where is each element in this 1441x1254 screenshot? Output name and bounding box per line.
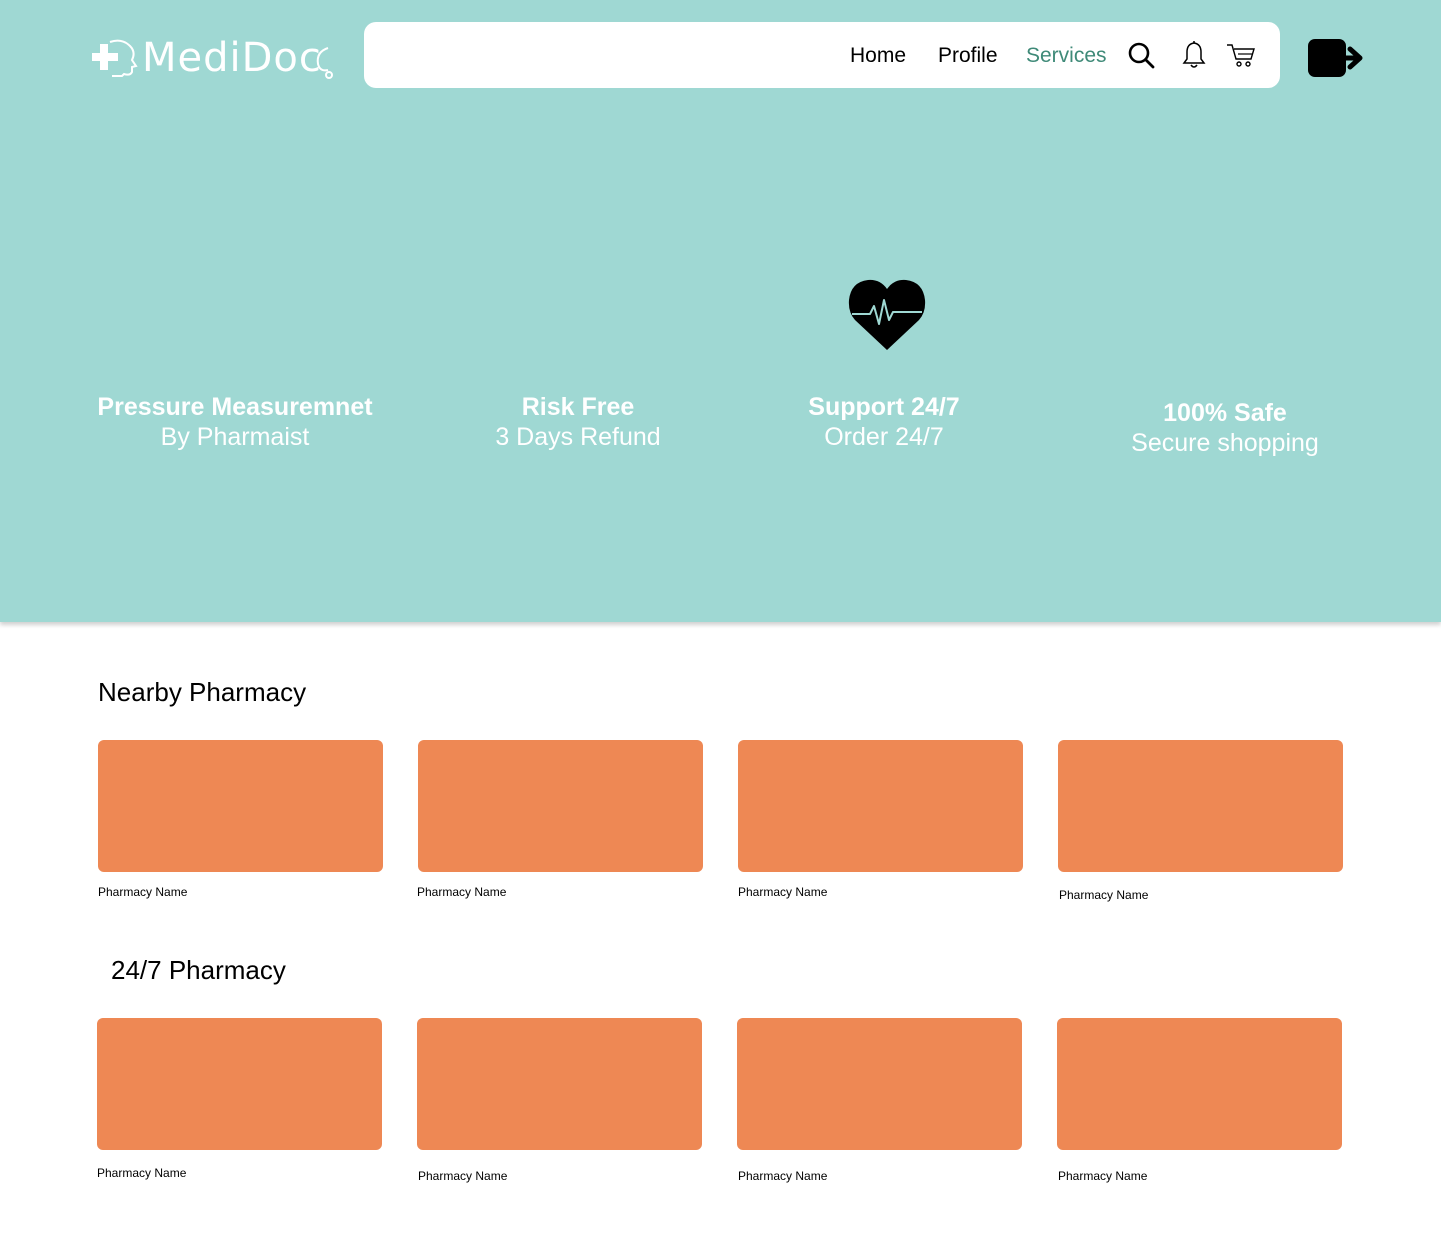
brand-logo[interactable]: MediDoc xyxy=(92,30,334,86)
feature-title: Support 24/7 xyxy=(808,393,960,421)
feature-subtitle: Secure shopping xyxy=(1131,429,1319,457)
feature-risk-free: Risk Free 3 Days Refund xyxy=(418,392,738,452)
pharmacy-name[interactable]: Pharmacy Name xyxy=(1059,888,1148,902)
brand-name: MediDoc xyxy=(142,35,322,81)
stethoscope-icon xyxy=(316,47,333,79)
pharmacy-name[interactable]: Pharmacy Name xyxy=(738,885,827,899)
pharmacy-card[interactable] xyxy=(737,1018,1022,1150)
feature-subtitle: Order 24/7 xyxy=(824,423,944,451)
feature-subtitle: By Pharmaist xyxy=(160,423,310,451)
bell-icon[interactable] xyxy=(1179,40,1209,70)
top-navbar: Home Profile Services xyxy=(364,22,1280,88)
section-title-nearby: Nearby Pharmacy xyxy=(98,677,307,707)
pharmacy-card[interactable] xyxy=(98,740,383,872)
feature-pressure: Pressure Measuremnet By Pharmaist xyxy=(75,392,395,452)
pharmacy-name[interactable]: Pharmacy Name xyxy=(738,1169,827,1183)
pharmacy-card[interactable] xyxy=(418,740,703,872)
cart-icon[interactable] xyxy=(1226,40,1256,70)
pharmacy-name[interactable]: Pharmacy Name xyxy=(418,1169,507,1183)
section-title-24-7: 24/7 Pharmacy xyxy=(111,955,286,985)
logout-icon[interactable] xyxy=(1306,36,1364,80)
pharmacy-card[interactable] xyxy=(1057,1018,1342,1150)
pharmacy-name[interactable]: Pharmacy Name xyxy=(97,1166,186,1180)
pharmacy-name[interactable]: Pharmacy Name xyxy=(417,885,506,899)
search-icon[interactable] xyxy=(1126,40,1156,70)
pharmacy-card[interactable] xyxy=(97,1018,382,1150)
feature-support: Support 24/7 Order 24/7 xyxy=(724,392,1044,452)
feature-title: Risk Free xyxy=(521,393,635,421)
nav-profile-link[interactable]: Profile xyxy=(938,44,998,68)
pharmacy-card[interactable] xyxy=(417,1018,702,1150)
pharmacy-name[interactable]: Pharmacy Name xyxy=(1058,1169,1147,1183)
pharmacy-card[interactable] xyxy=(1058,740,1343,872)
hero-banner: MediDoc Home Profile Services Pressure M… xyxy=(0,0,1441,622)
pharmacy-name[interactable]: Pharmacy Name xyxy=(98,885,187,899)
nav-home-link[interactable]: Home xyxy=(850,44,906,68)
feature-title: Pressure Measuremnet xyxy=(97,393,373,421)
feature-safe: 100% Safe Secure shopping xyxy=(1065,398,1385,458)
nav-services-link[interactable]: Services xyxy=(1026,44,1107,68)
medical-cross-head-icon xyxy=(92,39,138,77)
feature-subtitle: 3 Days Refund xyxy=(495,423,661,451)
pharmacy-card[interactable] xyxy=(738,740,1023,872)
heart-pulse-icon xyxy=(848,279,926,350)
feature-title: 100% Safe xyxy=(1163,399,1287,427)
